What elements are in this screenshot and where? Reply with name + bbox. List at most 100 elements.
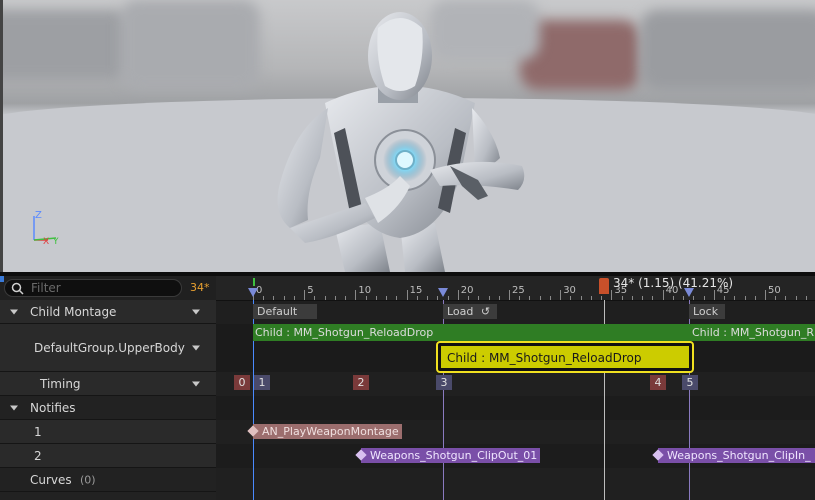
timeline-track-area[interactable]: 0 5 10 15 20 25 30 35 40 45 50 34* (1.15) (41.21%)… bbox=[216, 276, 815, 500]
ruler-minor-tick bbox=[263, 296, 265, 300]
notify-event-clip-in[interactable]: Weapons_Shotgun_ClipIn_ bbox=[652, 448, 815, 463]
section-marker-icon[interactable] bbox=[248, 288, 258, 297]
curves-band bbox=[216, 468, 815, 500]
ruler-minor-tick bbox=[427, 296, 429, 300]
ruler-minor-tick bbox=[590, 296, 592, 300]
section-lock-label: Lock bbox=[693, 305, 719, 318]
ruler-tick-label: 25 bbox=[512, 285, 525, 296]
ruler-minor-tick bbox=[601, 296, 603, 300]
ruler-minor-tick bbox=[324, 296, 326, 300]
ruler-major-tick bbox=[509, 290, 510, 300]
section-default-label: Default bbox=[257, 305, 298, 318]
expand-arrow-icon[interactable] bbox=[10, 309, 18, 314]
ruler-major-tick bbox=[560, 290, 562, 300]
corner-accent bbox=[0, 276, 4, 282]
notifies-band bbox=[216, 396, 815, 420]
tree-row-notify-track-2[interactable]: 2 bbox=[0, 444, 216, 468]
ruler-minor-tick bbox=[519, 296, 521, 300]
montage-segment-c[interactable]: Child : MM_Shotgun_R bbox=[689, 324, 815, 341]
ruler-minor-tick bbox=[375, 296, 377, 300]
selected-montage-segment[interactable]: Child : MM_Shotgun_ReloadDrop bbox=[436, 341, 694, 373]
ruler-minor-tick bbox=[703, 296, 705, 300]
robot-character-figure bbox=[277, 12, 525, 272]
tree-row-notifies[interactable]: Notifies bbox=[0, 396, 216, 420]
ruler-minor-tick bbox=[293, 296, 295, 300]
tree-row-curves[interactable]: Curves (0) bbox=[0, 468, 216, 492]
ruler-major-tick bbox=[355, 290, 357, 300]
ruler-tick-label: 15 bbox=[409, 285, 423, 296]
ruler-minor-tick bbox=[468, 296, 470, 300]
tree-row-slot[interactable]: DefaultGroup.UpperBody bbox=[0, 324, 216, 372]
ruler-tick-label: 30 bbox=[563, 285, 576, 296]
section-lock[interactable]: Lock bbox=[689, 304, 725, 319]
filter-input[interactable]: Filter bbox=[4, 279, 182, 297]
ruler-major-tick bbox=[662, 290, 664, 300]
notify-event-label: Weapons_Shotgun_ClipIn_ bbox=[667, 449, 811, 462]
child-montage-label: Child Montage bbox=[30, 304, 117, 319]
tree-row-notify-track-1[interactable]: 1 bbox=[0, 420, 216, 444]
ruler-minor-tick bbox=[805, 296, 807, 300]
axis-z-label: Z bbox=[35, 210, 42, 221]
ruler-minor-tick bbox=[529, 296, 531, 300]
curves-count: (0) bbox=[80, 473, 96, 486]
ruler-minor-tick bbox=[672, 296, 674, 300]
dropdown-chevron-icon[interactable] bbox=[192, 345, 200, 350]
notify-event-clip-out[interactable]: Weapons_Shotgun_ClipOut_01 bbox=[355, 448, 541, 463]
timing-marker[interactable]: 5 bbox=[682, 375, 698, 390]
loop-icon: ↺ bbox=[480, 305, 491, 318]
timing-marker[interactable]: 1 bbox=[254, 375, 270, 390]
preview-viewport[interactable]: Z X Y bbox=[0, 0, 815, 272]
ruler-minor-tick bbox=[744, 296, 746, 300]
section-load-label: Load bbox=[447, 305, 474, 318]
ruler-minor-tick bbox=[570, 296, 572, 300]
section-default[interactable]: Default ➔ bbox=[253, 304, 317, 333]
montage-segment-a[interactable]: Child : MM_Shotgun_ReloadDrop bbox=[253, 324, 445, 341]
notify-event-label: AN_PlayWeaponMontage bbox=[262, 425, 399, 438]
ruler-minor-tick bbox=[283, 296, 285, 300]
ruler-minor-tick bbox=[539, 296, 541, 300]
ruler-minor-tick bbox=[631, 296, 633, 300]
ruler-major-tick bbox=[304, 290, 306, 300]
timing-marker[interactable]: 4 bbox=[650, 375, 666, 390]
section-marker-icon[interactable] bbox=[438, 288, 448, 297]
ruler-minor-tick bbox=[642, 296, 644, 300]
tree-filler bbox=[0, 492, 216, 500]
start-flag-icon bbox=[253, 278, 255, 286]
ruler-minor-tick bbox=[314, 296, 316, 300]
filter-placeholder: Filter bbox=[31, 281, 61, 295]
ruler-major-tick bbox=[611, 290, 613, 300]
timing-band bbox=[216, 372, 815, 396]
tree-row-child-montage[interactable]: Child Montage bbox=[0, 300, 216, 324]
playhead-readout: 34* (1.15) (41.21%) bbox=[613, 276, 734, 290]
current-frame-label: 34* bbox=[190, 281, 210, 294]
ruler-tick-label: 20 bbox=[460, 285, 474, 296]
timing-marker[interactable]: 0 bbox=[234, 375, 250, 390]
axis-y-label: Y bbox=[52, 237, 59, 247]
notify-event-play-weapon-montage[interactable]: AN_PlayWeaponMontage bbox=[247, 424, 402, 439]
ruler-major-tick bbox=[765, 290, 766, 300]
timing-marker[interactable]: 2 bbox=[353, 375, 369, 390]
notify-event-label: Weapons_Shotgun_ClipOut_01 bbox=[370, 449, 538, 462]
timing-label: Timing bbox=[40, 376, 81, 391]
montage-editor-panel: Filter 34* Child Montage DefaultGroup.Up… bbox=[0, 276, 815, 500]
ruler-major-tick bbox=[457, 290, 459, 300]
ruler-minor-tick bbox=[754, 296, 756, 300]
section-load[interactable]: Load ↺ bbox=[443, 304, 497, 319]
ruler-tick-label: 10 bbox=[358, 285, 372, 296]
montage-segment-b[interactable] bbox=[443, 324, 689, 341]
ruler-minor-tick bbox=[724, 296, 726, 300]
notifies-label: Notifies bbox=[30, 400, 76, 415]
timing-marker[interactable]: 3 bbox=[436, 375, 452, 390]
dropdown-chevron-icon[interactable] bbox=[192, 309, 200, 314]
ruler-tick-label: 5 bbox=[307, 285, 314, 296]
tree-row-timing[interactable]: Timing bbox=[0, 372, 216, 396]
ruler-minor-tick bbox=[652, 296, 654, 300]
ruler-minor-tick bbox=[386, 296, 388, 300]
curves-label: Curves bbox=[30, 472, 72, 487]
axis-x-label: X bbox=[43, 237, 49, 247]
ruler-minor-tick bbox=[549, 296, 551, 300]
expand-arrow-icon[interactable] bbox=[10, 405, 18, 410]
dropdown-chevron-icon[interactable] bbox=[192, 381, 200, 386]
notify-track-2-label: 2 bbox=[34, 448, 42, 463]
playhead-handle[interactable] bbox=[599, 278, 609, 294]
